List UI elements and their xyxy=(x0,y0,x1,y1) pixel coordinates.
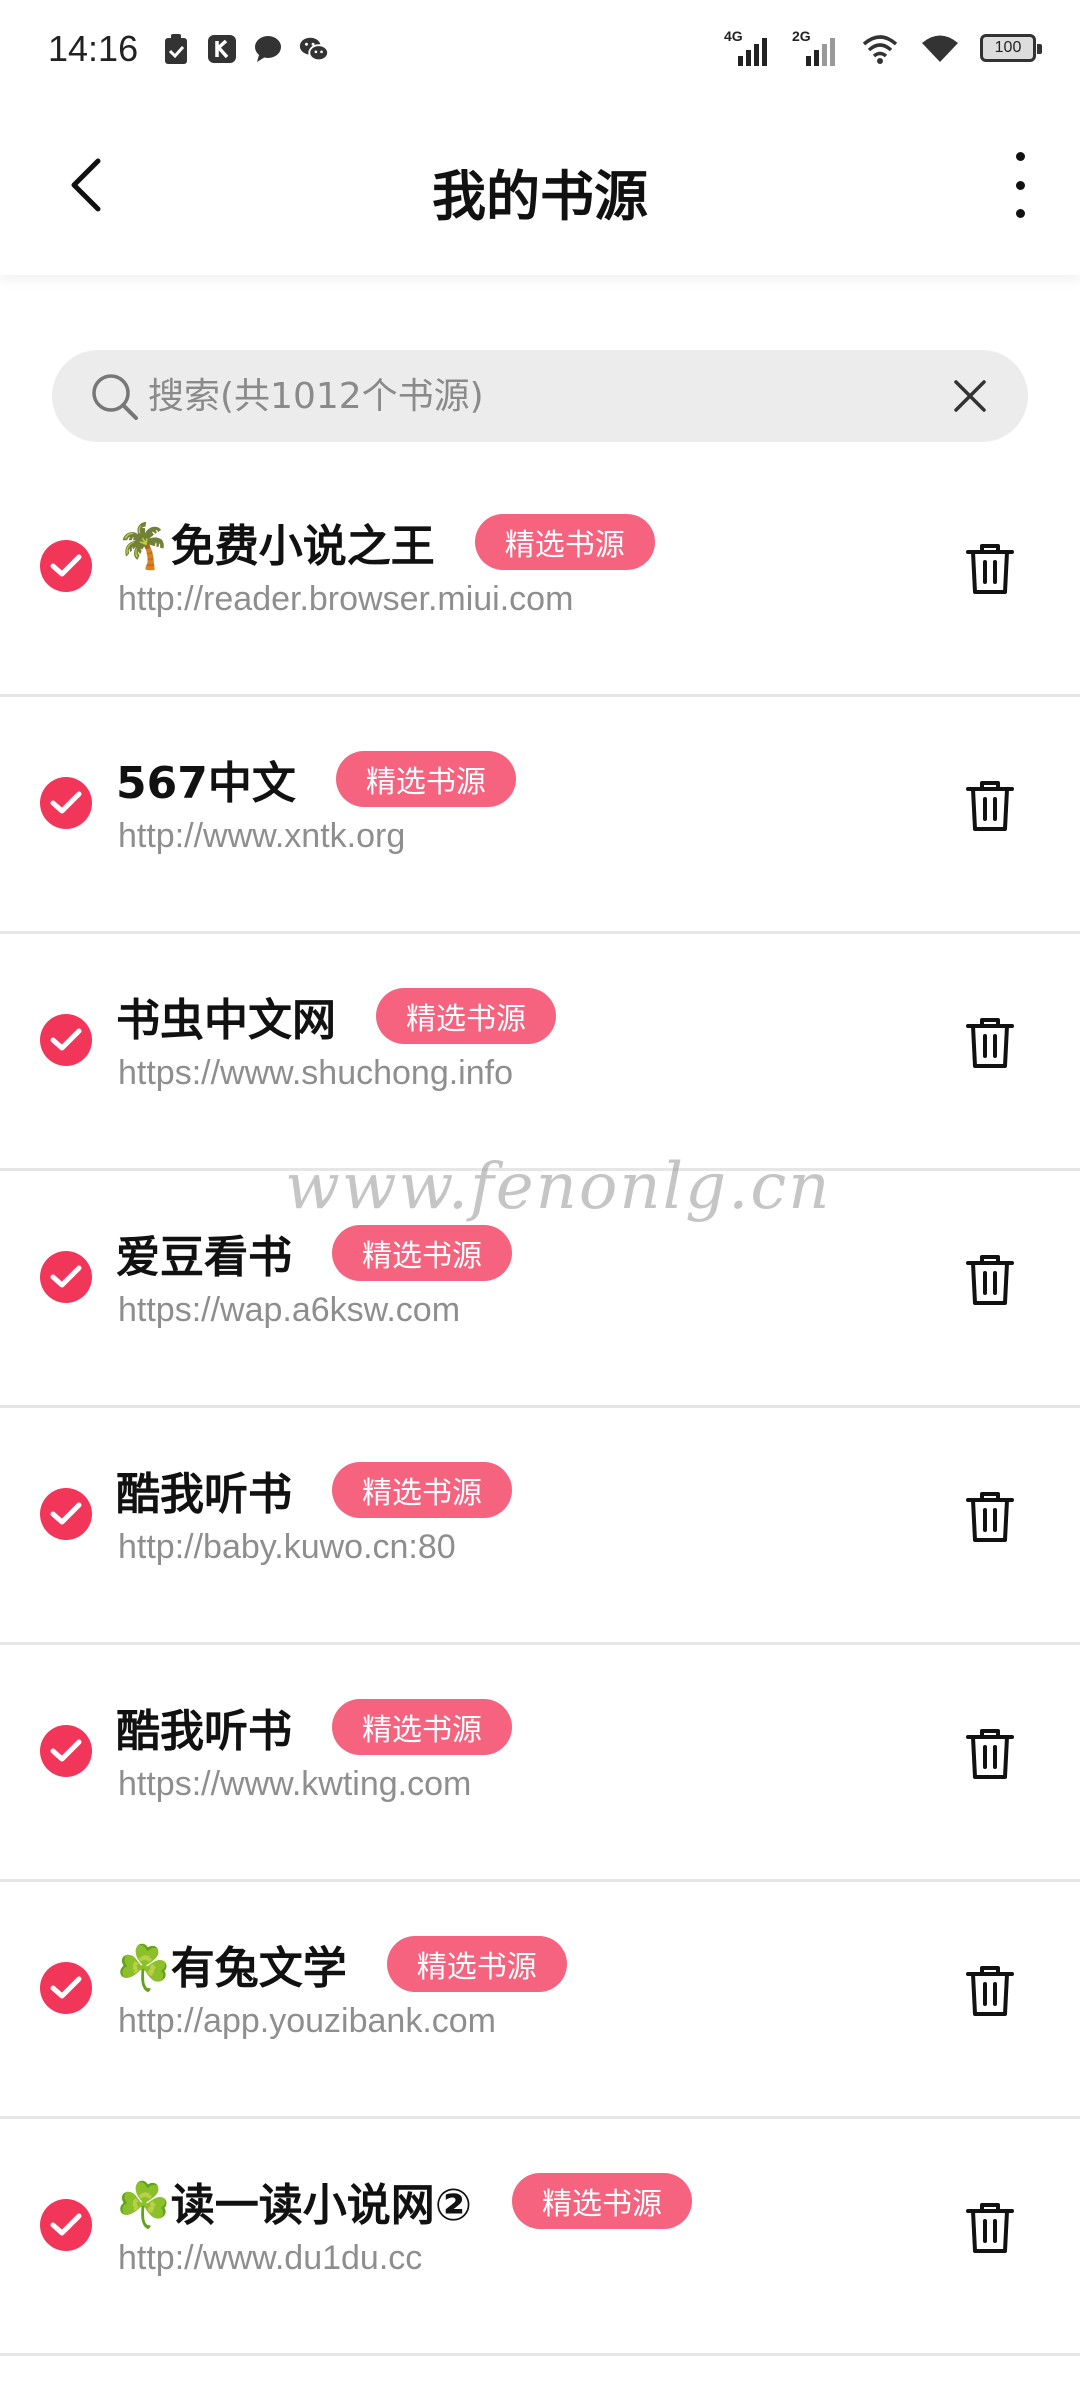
page-title: 我的书源 xyxy=(432,165,648,228)
checkbox-checked-icon[interactable] xyxy=(40,1962,92,2014)
checkbox-checked-icon[interactable] xyxy=(40,1488,92,1540)
source-list: 🌴免费小说之王 精选书源 http://reader.browser.miui.c… xyxy=(0,460,1080,2356)
source-name: ☘️读一读小说网② xyxy=(116,2180,473,2231)
status-bar: 14:16 4G 2G 100 xyxy=(0,0,1080,100)
trash-icon[interactable] xyxy=(960,775,1020,835)
featured-badge: 精选书源 xyxy=(512,2173,693,2229)
source-url: http://www.xntk.org xyxy=(118,817,406,855)
search-bar[interactable] xyxy=(52,350,1028,442)
source-url: http://www.du1du.cc xyxy=(118,2239,423,2277)
featured-badge: 精选书源 xyxy=(332,1462,512,1518)
k-app-icon xyxy=(206,32,238,66)
source-url: https://wap.a6ksw.com xyxy=(118,1291,461,1329)
list-item[interactable]: 🌴免费小说之王 精选书源 http://reader.browser.miui.c… xyxy=(0,460,1080,697)
wechat-icon xyxy=(298,32,330,66)
trash-icon[interactable] xyxy=(960,1249,1020,1309)
source-url: https://www.shuchong.info xyxy=(118,1054,514,1092)
more-options-button[interactable] xyxy=(1000,152,1040,218)
source-name: 爱豆看书 xyxy=(116,1232,292,1283)
list-item[interactable]: ☘️读一读小说网② 精选书源 http://www.du1du.cc xyxy=(0,2119,1080,2356)
featured-badge: 精选书源 xyxy=(386,1936,567,1992)
trash-icon[interactable] xyxy=(960,1012,1020,1072)
search-icon xyxy=(92,374,138,420)
app-header: 我的书源 xyxy=(0,100,1080,275)
list-item[interactable]: 爱豆看书 精选书源 https://wap.a6ksw.com xyxy=(0,1171,1080,1408)
trash-icon[interactable] xyxy=(960,1723,1020,1783)
search-input[interactable] xyxy=(148,368,948,424)
list-item[interactable]: 酷我听书 精选书源 http://baby.kuwo.cn:80 xyxy=(0,1408,1080,1645)
featured-badge: 精选书源 xyxy=(332,1699,512,1755)
cellular-signal-2-icon: 2G xyxy=(792,28,840,66)
checkbox-checked-icon[interactable] xyxy=(40,540,92,592)
battery-icon: 100 xyxy=(980,34,1042,62)
source-url: http://reader.browser.miui.com xyxy=(118,580,574,618)
source-url: https://www.kwting.com xyxy=(118,1765,472,1803)
system-status-icons: 4G 2G 100 xyxy=(724,28,1042,66)
trash-icon[interactable] xyxy=(960,538,1020,598)
more-vertical-icon xyxy=(1015,152,1025,161)
source-name: 酷我听书 xyxy=(116,1469,292,1520)
source-name: 567中文 xyxy=(116,758,296,809)
source-name: ☘️有兔文学 xyxy=(116,1943,347,1994)
clipboard-icon xyxy=(160,32,192,66)
list-item[interactable]: 书虫中文网 精选书源 https://www.shuchong.info xyxy=(0,934,1080,1171)
source-url: http://baby.kuwo.cn:80 xyxy=(118,1528,456,1566)
featured-badge: 精选书源 xyxy=(335,751,516,807)
checkbox-checked-icon[interactable] xyxy=(40,1725,92,1777)
battery-level: 100 xyxy=(994,39,1022,56)
source-name: 书虫中文网 xyxy=(116,995,336,1046)
featured-badge: 精选书源 xyxy=(376,988,556,1044)
list-item[interactable]: 酷我听书 精选书源 https://www.kwting.com xyxy=(0,1645,1080,1882)
list-item[interactable]: 567中文 精选书源 http://www.xntk.org xyxy=(0,697,1080,934)
checkbox-checked-icon[interactable] xyxy=(40,1251,92,1303)
cellular-signal-1-icon: 4G xyxy=(724,28,772,66)
notification-icons xyxy=(160,32,330,66)
message-bubble-icon xyxy=(252,32,284,66)
wifi-icon xyxy=(920,31,960,65)
source-url: http://app.youzibank.com xyxy=(118,2002,497,2040)
list-item[interactable]: ☘️有兔文学 精选书源 http://app.youzibank.com xyxy=(0,1882,1080,2119)
featured-badge: 精选书源 xyxy=(474,514,655,570)
trash-icon[interactable] xyxy=(960,1960,1020,2020)
featured-badge: 精选书源 xyxy=(332,1225,512,1281)
source-name: 酷我听书 xyxy=(116,1706,292,1757)
trash-icon[interactable] xyxy=(960,2197,1020,2257)
wifi-hotspot-icon xyxy=(860,31,900,65)
checkbox-checked-icon[interactable] xyxy=(40,777,92,829)
status-time: 14:16 xyxy=(48,28,139,69)
trash-icon[interactable] xyxy=(960,1486,1020,1546)
source-name: 🌴免费小说之王 xyxy=(116,521,435,572)
checkbox-checked-icon[interactable] xyxy=(40,2199,92,2251)
checkbox-checked-icon[interactable] xyxy=(40,1014,92,1066)
close-icon[interactable] xyxy=(948,374,992,418)
